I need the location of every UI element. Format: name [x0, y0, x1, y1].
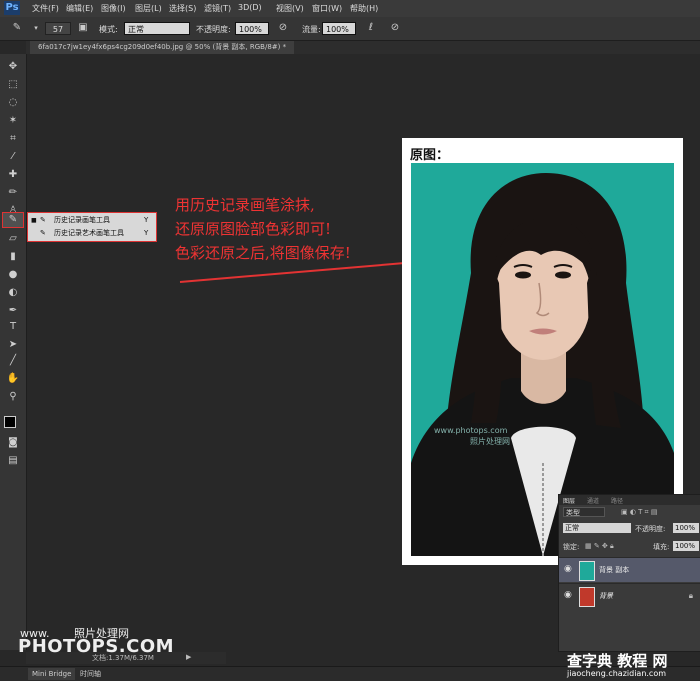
- watermark-site-big: PHOTOPS.COM: [18, 636, 175, 657]
- tab-paths[interactable]: 路径: [611, 496, 623, 505]
- tab-channels[interactable]: 通道: [587, 496, 599, 505]
- watermark-corner-cn: 查字典 教程 网: [567, 652, 668, 670]
- layer-opacity-input[interactable]: 100%: [673, 523, 699, 533]
- layer-thumbnail: [579, 587, 595, 607]
- watermark-corner-url: jiaocheng.chazidian.com: [567, 669, 667, 678]
- layer-name: 背景 副本: [599, 566, 630, 574]
- tab-layers[interactable]: 图层: [563, 496, 575, 505]
- fill-label: 填充:: [653, 543, 670, 551]
- lock-icons[interactable]: ▦ ✎ ✥ 🔒︎: [585, 542, 614, 551]
- layer-blend-mode-select[interactable]: 正常: [563, 523, 631, 533]
- tab-mini-bridge[interactable]: Mini Bridge: [28, 668, 76, 680]
- layer-row-background[interactable]: ◉ 背景 🔒︎: [559, 583, 700, 608]
- layers-panel-tabs: 图层 通道 路径: [559, 495, 700, 505]
- layers-panel: 图层 通道 路径 类型 ▣ ◐ T ⌗ ▤ 正常 不透明度: 100% 锁定: …: [558, 494, 700, 652]
- canvas-title: 原图：: [410, 148, 450, 163]
- layer-opacity-label: 不透明度:: [635, 525, 666, 533]
- tab-timeline[interactable]: 时间轴: [76, 668, 105, 680]
- lock-icon: 🔒︎: [688, 591, 693, 600]
- visibility-eye-icon[interactable]: ◉: [564, 564, 572, 574]
- layer-filter-icons[interactable]: ▣ ◐ T ⌗ ▤: [621, 508, 657, 517]
- layer-thumbnail: [579, 561, 595, 581]
- visibility-eye-icon[interactable]: ◉: [564, 590, 572, 600]
- canvas-watermark-cn: 照片处理网: [470, 437, 510, 446]
- fill-input[interactable]: 100%: [673, 541, 699, 551]
- lock-label: 锁定:: [563, 543, 580, 551]
- canvas-watermark-url: www.photops.com: [434, 426, 508, 435]
- layer-row-background-copy[interactable]: ◉ 背景 副本: [559, 557, 700, 582]
- layer-name: 背景: [599, 592, 613, 600]
- status-menu-arrow-icon[interactable]: ▶: [186, 653, 191, 661]
- layer-filter-select[interactable]: 类型: [563, 507, 605, 517]
